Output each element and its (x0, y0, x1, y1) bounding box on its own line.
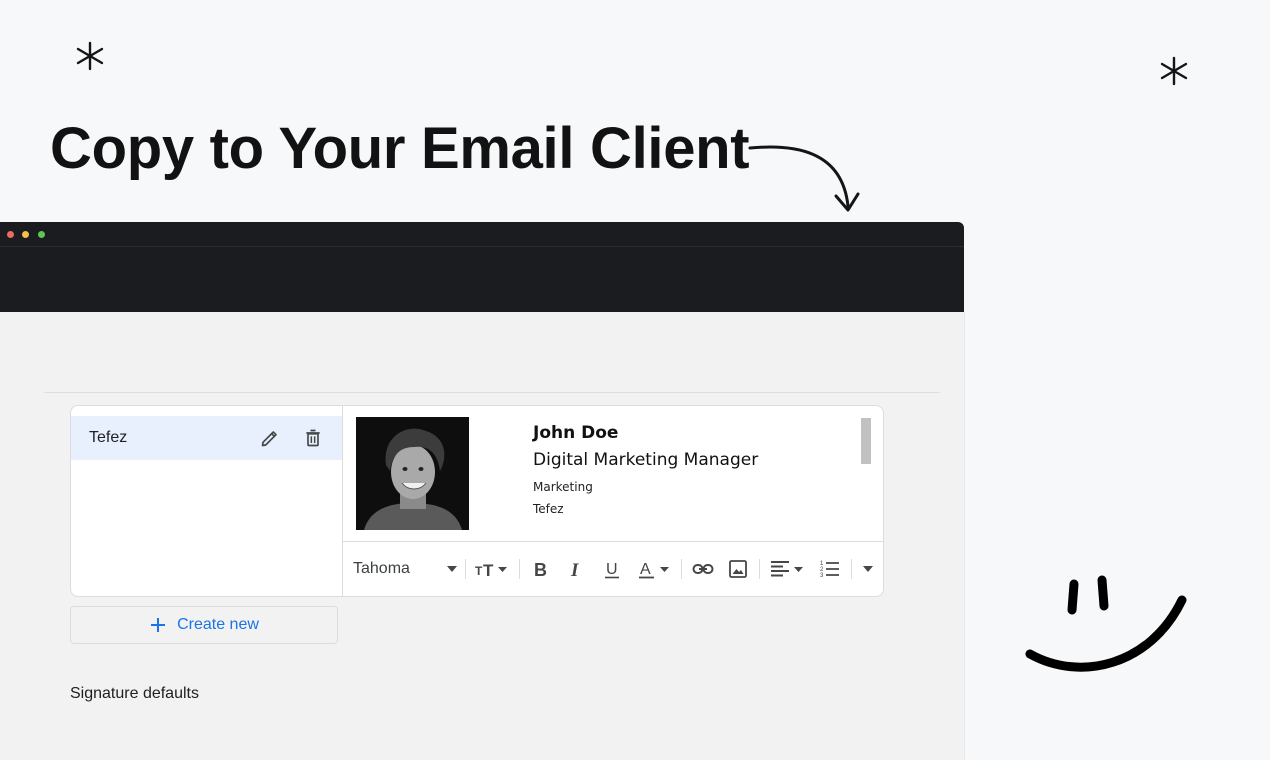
signature-name: John Doe (533, 423, 619, 443)
toolbar-separator (851, 559, 852, 579)
window-edge (964, 312, 965, 760)
svg-text:A: A (640, 561, 651, 578)
signature-editor: John Doe Digital Marketing Manager Marke… (343, 406, 883, 596)
italic-button[interactable]: I (565, 557, 587, 581)
minimize-window-button[interactable] (22, 231, 29, 238)
insert-link-button[interactable] (691, 557, 715, 581)
smiley-doodle-icon (1025, 575, 1187, 672)
create-new-label: Create new (177, 616, 259, 633)
svg-text:B: B (534, 560, 547, 579)
image-icon (729, 560, 747, 578)
italic-icon: I (570, 560, 579, 579)
sparkle-icon (1160, 56, 1188, 86)
svg-text:U: U (606, 561, 618, 578)
text-color-icon: A (639, 561, 669, 579)
app-header (0, 247, 964, 312)
signature-department: Marketing (533, 480, 593, 494)
more-options-icon (863, 566, 873, 572)
toolbar-separator (519, 559, 520, 579)
signature-title: Digital Marketing Manager (533, 450, 759, 470)
align-button[interactable] (769, 557, 805, 581)
close-window-button[interactable] (7, 231, 14, 238)
settings-content: Tefez John Doe Digital Marketing Manager… (0, 312, 964, 760)
page-headline: Copy to Your Email Client (50, 116, 750, 181)
text-size-icon: T T (475, 561, 507, 579)
create-new-signature-button[interactable]: Create new (70, 606, 338, 644)
toolbar-separator (759, 559, 760, 579)
svg-text:3: 3 (820, 573, 824, 579)
font-family-value: Tahoma (353, 560, 410, 577)
toolbar-separator (465, 559, 466, 579)
edit-signature-button[interactable] (259, 427, 281, 449)
signature-defaults-heading: Signature defaults (70, 685, 199, 702)
person-photo-icon (356, 417, 469, 530)
chevron-down-icon (447, 566, 457, 572)
numbered-list-icon: 1 2 3 (820, 561, 839, 579)
underline-button[interactable]: U (601, 557, 623, 581)
signature-editor-card: Tefez John Doe Digital Marketing Manager… (70, 405, 884, 597)
maximize-window-button[interactable] (38, 231, 45, 238)
curved-arrow-icon (748, 145, 860, 212)
bold-button[interactable]: B (529, 557, 551, 581)
text-color-button[interactable]: A (637, 557, 673, 581)
align-icon (771, 561, 803, 577)
svg-text:T: T (475, 564, 483, 578)
svg-text:T: T (483, 561, 494, 579)
link-icon (692, 564, 714, 574)
signature-list: Tefez (71, 406, 343, 596)
signature-company: Tefez (533, 502, 564, 516)
delete-signature-button[interactable] (302, 427, 324, 449)
bold-icon: B (534, 560, 547, 579)
window-titlebar (0, 222, 964, 247)
underline-icon: U (605, 561, 619, 579)
more-options-button[interactable] (859, 557, 877, 581)
profile-photo (356, 417, 469, 530)
signature-list-item[interactable]: Tefez (71, 416, 342, 460)
trash-icon (306, 429, 320, 447)
numbered-list-button[interactable]: 1 2 3 (819, 557, 841, 581)
font-family-select[interactable]: Tahoma (353, 557, 457, 581)
text-size-button[interactable]: T T (473, 557, 511, 581)
svg-text:I: I (570, 560, 579, 579)
signature-item-name: Tefez (89, 429, 128, 446)
editor-scrollbar[interactable] (861, 418, 871, 464)
plus-icon (151, 618, 166, 632)
pencil-icon (261, 431, 277, 447)
browser-window: Tefez John Doe Digital Marketing Manager… (0, 222, 964, 760)
section-divider (44, 392, 940, 393)
formatting-toolbar: Tahoma T T B I U A 1 2 3 (343, 542, 883, 596)
sparkle-icon (76, 41, 104, 71)
toolbar-separator (681, 559, 682, 579)
signature-editor-body[interactable]: John Doe Digital Marketing Manager Marke… (343, 406, 883, 542)
insert-image-button[interactable] (727, 557, 749, 581)
